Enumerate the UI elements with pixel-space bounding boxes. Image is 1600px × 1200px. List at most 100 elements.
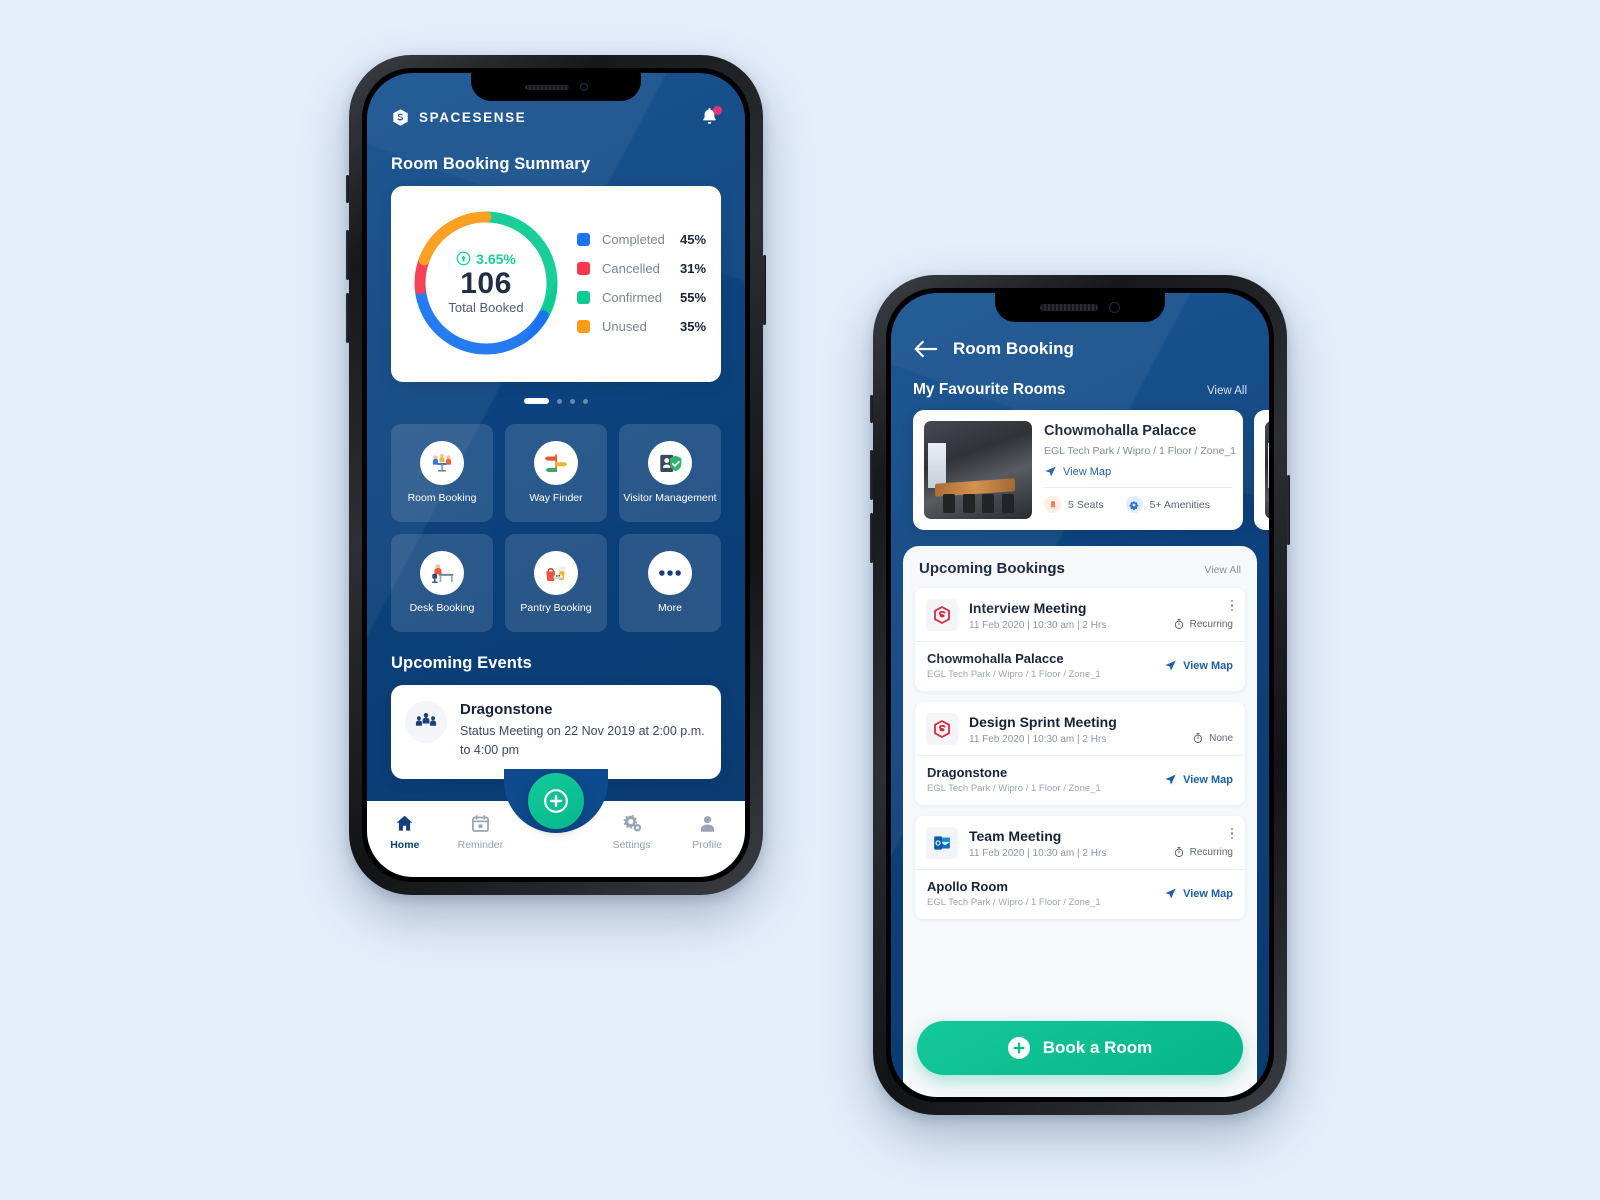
phone2-volume-up-button[interactable] [870, 450, 873, 500]
legend-swatch [577, 262, 590, 275]
favourites-carousel[interactable]: Chowmohalla Palacce EGL Tech Park / Wipr… [913, 410, 1269, 530]
booking-room-name: Apollo Room [927, 879, 1008, 894]
tile-visitor-management[interactable]: Visitor Management [619, 424, 721, 522]
delta-indicator: 3.65% [456, 251, 516, 267]
app-header: SPACESENSE [391, 105, 722, 129]
booking-room-name: Dragonstone [927, 765, 1008, 780]
legend-label: Unused [602, 319, 647, 334]
signpost-icon [534, 440, 578, 485]
nav-item-profile[interactable]: Profile [669, 813, 745, 851]
booking-view-map-link[interactable]: View Map [1164, 773, 1233, 786]
tile-desk-booking[interactable]: Desk Booking [391, 534, 493, 632]
screen-room-booking: Room Booking My Favourite Rooms View All [891, 293, 1269, 1097]
stopwatch-icon [1193, 733, 1203, 744]
recurrence-label: Recurring [1189, 846, 1233, 858]
booking-recurrence: None [1192, 732, 1233, 744]
navigation-arrow-icon [1165, 888, 1176, 899]
arrow-up-circle-icon [456, 251, 471, 266]
delta-value: 3.65% [476, 250, 516, 267]
navigation-arrow-icon [1045, 466, 1056, 477]
booking-meta: 11 Feb 2020 | 10:30 am | 2 Hrs [969, 619, 1107, 631]
view-map-label: View Map [1183, 773, 1233, 786]
booking-item[interactable]: Design Sprint Meeting 11 Feb 2020 | 10:3… [915, 702, 1245, 805]
arrow-left-icon[interactable] [913, 339, 938, 359]
room-amenities: 5+ Amenities [1125, 496, 1210, 513]
legend-swatch [577, 320, 590, 333]
pager-dot[interactable] [570, 398, 575, 404]
phone1-power-button[interactable] [763, 255, 766, 325]
pager-dot[interactable] [583, 398, 588, 404]
book-a-room-button[interactable]: Book a Room [917, 1021, 1243, 1075]
navigation-arrow-icon [1165, 660, 1176, 671]
phone1-volume-down-button[interactable] [346, 293, 349, 343]
favourites-view-all-link[interactable]: View All [1207, 385, 1247, 397]
view-map-label: View Map [1183, 887, 1233, 900]
tile-label: Room Booking [407, 491, 477, 504]
chart-legend: Completed 45% Cancelled 31% Confirmed 55… [565, 232, 706, 334]
room-photo-chair [943, 493, 956, 514]
visitor-badge-icon [648, 440, 692, 485]
svg-text:O: O [935, 840, 941, 848]
phone2-volume-down-button[interactable] [870, 513, 873, 563]
tile-label: Desk Booking [409, 601, 475, 614]
pager-dot[interactable] [557, 398, 562, 404]
booking-view-map-link[interactable]: View Map [1164, 659, 1233, 672]
notification-bell-button[interactable] [699, 105, 722, 129]
booking-item[interactable]: Interview Meeting 11 Feb 2020 | 10:30 am… [915, 588, 1245, 691]
spacesense-logo-icon [926, 713, 958, 745]
favourites-header: My Favourite Rooms View All [913, 381, 1247, 399]
plus-circle-icon [544, 789, 568, 813]
screen-home: SPACESENSE Room Booking Summary 3.65% 10… [367, 73, 745, 877]
earpiece-speaker [1040, 304, 1098, 311]
summary-pager[interactable] [391, 398, 721, 404]
booking-title: Design Sprint Meeting [969, 713, 1117, 730]
legend-item: Completed 45% [577, 232, 706, 247]
recurrence-label: None [1209, 732, 1233, 744]
room-photo-chair [962, 493, 975, 514]
favourite-room-card-next[interactable] [1254, 410, 1269, 530]
quick-actions-grid: Room Booking Way Finder Visitor Manageme… [391, 424, 721, 632]
kebab-menu-icon[interactable] [1230, 827, 1233, 840]
phone2-mute-button[interactable] [870, 395, 873, 423]
bookings-view-all-link[interactable]: View All [1204, 564, 1241, 576]
room-divider [1044, 487, 1232, 488]
nav-item-reminder[interactable]: Reminder [443, 813, 519, 851]
kebab-menu-icon[interactable] [1230, 599, 1233, 612]
legend-item: Unused 35% [577, 319, 706, 334]
room-photo-window [928, 442, 946, 488]
booking-item[interactable]: O Team Meeting 11 Feb 2020 | 10:30 am | … [915, 816, 1245, 919]
phone1-volume-up-button[interactable] [346, 230, 349, 280]
booking-donut-chart: 3.65% 106 Total Booked [407, 204, 565, 362]
nav-item-home[interactable]: Home [367, 813, 443, 851]
stopwatch-icon [1174, 619, 1183, 630]
chair-icon [1044, 496, 1061, 513]
summary-section-title: Room Booking Summary [391, 155, 591, 173]
upcoming-event-card[interactable]: Dragonstone Status Meeting on 22 Nov 201… [391, 685, 721, 779]
pager-dot-active[interactable] [524, 398, 549, 404]
tile-pantry-booking[interactable]: Pantry Booking [505, 534, 607, 632]
gear-icon [623, 814, 641, 832]
stopwatch-icon [1174, 847, 1183, 858]
outlook-icon: O [926, 827, 958, 859]
nav-label: Reminder [457, 839, 504, 851]
pantry-food-icon [534, 550, 578, 595]
favourite-room-card[interactable]: Chowmohalla Palacce EGL Tech Park / Wipr… [913, 410, 1243, 530]
phone2-power-button[interactable] [1287, 475, 1290, 545]
add-fab-button[interactable] [528, 773, 584, 829]
tile-room-booking[interactable]: Room Booking [391, 424, 493, 522]
room-view-map-link[interactable]: View Map [1044, 465, 1232, 478]
desk-worker-icon [420, 550, 464, 595]
booking-room-location: EGL Tech Park / Wipro / 1 Floor / Zone_1 [927, 897, 1101, 908]
nav-item-settings[interactable]: Settings [594, 813, 670, 851]
book-a-room-label: Book a Room [1042, 1038, 1153, 1057]
phone1-mute-button[interactable] [346, 175, 349, 203]
meeting-room-photo [1265, 421, 1269, 519]
booking-view-map-link[interactable]: View Map [1164, 887, 1233, 900]
group-people-icon [405, 701, 447, 743]
brand-name: SPACESENSE [419, 109, 527, 125]
tile-more[interactable]: More [619, 534, 721, 632]
earpiece-speaker [524, 84, 569, 90]
page-title: Room Booking [953, 339, 1074, 358]
tile-way-finder[interactable]: Way Finder [505, 424, 607, 522]
notification-badge-dot [713, 106, 722, 115]
